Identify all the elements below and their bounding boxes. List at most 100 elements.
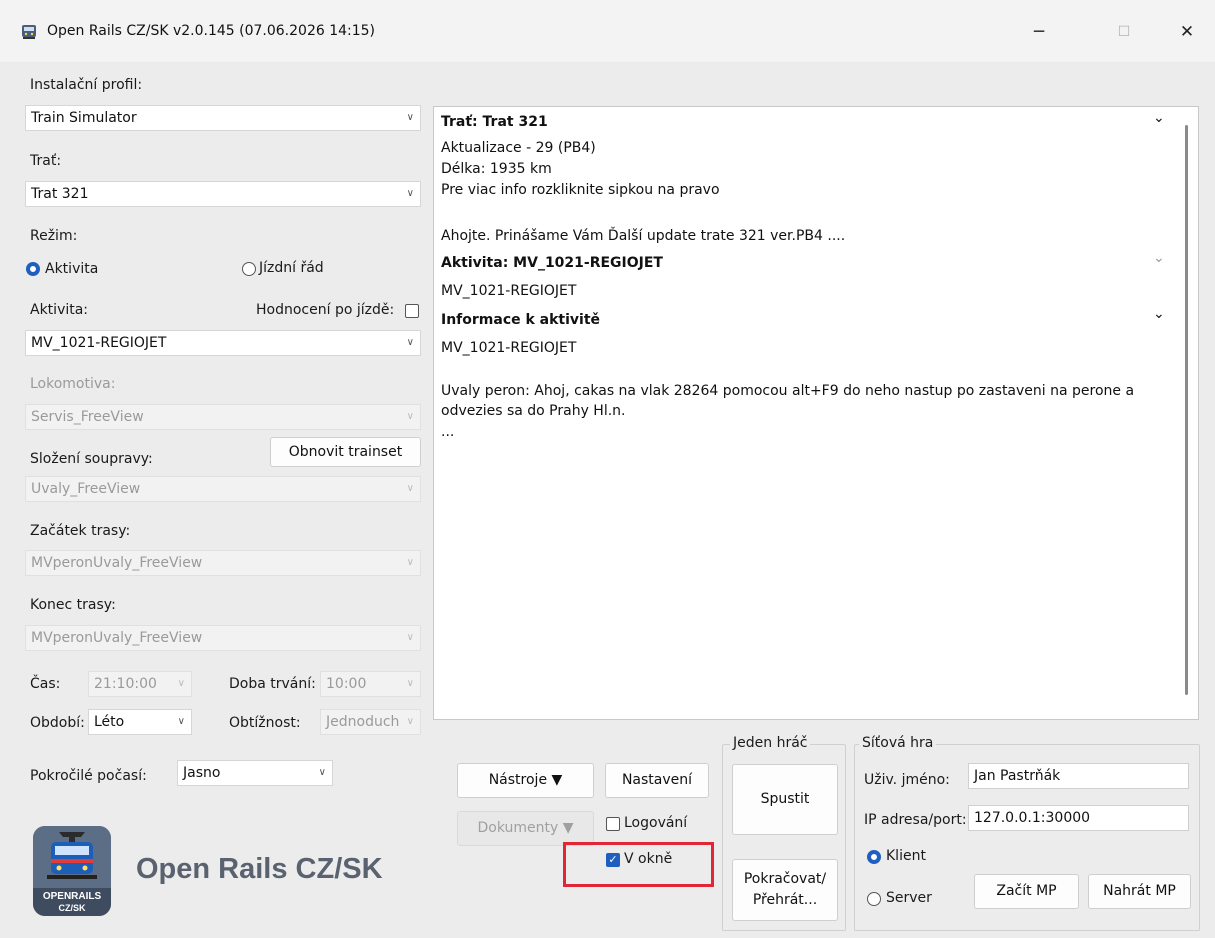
activity-value: MV_1021-REGIOJET — [31, 335, 167, 351]
refresh-trainset-button[interactable]: Obnovit trainset — [270, 437, 421, 467]
logo-badge-line: CZ/SK — [58, 903, 86, 913]
username-label: Uživ. jméno: — [864, 772, 950, 788]
locomotive-value: Servis_FreeView — [31, 409, 144, 425]
route-detail-line: Délka: 1935 km — [441, 161, 552, 177]
install-profile-select[interactable]: Train Simulator ∨ — [25, 105, 421, 131]
host-input[interactable]: 127.0.0.1:30000 — [968, 805, 1189, 831]
multiplayer-title: Síťová hra — [859, 735, 937, 751]
route-detail-line: Aktualizace - 29 (PB4) — [441, 140, 596, 156]
weather-label: Pokročilé počasí: — [30, 768, 147, 784]
minimize-button[interactable]: ─ — [1019, 17, 1059, 47]
chevron-down-icon[interactable]: ⌄ — [1153, 110, 1165, 126]
main-window: Open Rails CZ/SK v2.0.145 (07.06.2026 14… — [0, 0, 1215, 938]
path-start-select[interactable]: MVperonUvaly_FreeView ∨ — [25, 550, 421, 576]
activity-detail-line: MV_1021-REGIOJET — [441, 283, 577, 299]
route-label: Trať: — [30, 153, 62, 169]
openrails-logo: OPENRAILS CZ/SK — [33, 826, 111, 916]
details-scrollbar[interactable] — [1185, 125, 1188, 695]
mode-activity-label: Aktivita — [45, 261, 99, 277]
content-area: Instalační profil: Train Simulator ∨ Tra… — [0, 62, 1215, 938]
info-detail-line: ... — [441, 424, 455, 440]
difficulty-label: Obtížnost: — [229, 715, 301, 731]
details-panel[interactable]: Trať: Trat 321 ⌄ Aktualizace - 29 (PB4) … — [433, 106, 1199, 720]
logging-label: Logování — [624, 815, 688, 831]
rating-label: Hodnocení po jízdě: — [256, 302, 395, 318]
weather-select[interactable]: Jasno ∨ — [177, 760, 333, 786]
close-button[interactable]: ✕ — [1167, 17, 1207, 47]
season-label: Období: — [30, 715, 85, 731]
chevron-down-icon: ∨ — [406, 716, 414, 727]
time-label: Čas: — [30, 676, 61, 692]
season-value: Léto — [94, 714, 125, 730]
chevron-down-icon: ∨ — [406, 632, 414, 643]
chevron-down-icon: ∨ — [406, 483, 414, 494]
consist-select[interactable]: Uvaly_FreeView ∨ — [25, 476, 421, 502]
client-radio[interactable] — [867, 850, 881, 864]
start-mp-button[interactable]: Začít MP — [974, 874, 1079, 909]
install-profile-value: Train Simulator — [31, 110, 137, 126]
route-select[interactable]: Trat 321 ∨ — [25, 181, 421, 207]
resume-button-line: Pokračovat/ — [743, 871, 827, 887]
resume-button[interactable]: Pokračovat/ Přehrát... — [732, 859, 838, 921]
locomotive-select[interactable]: Servis_FreeView ∨ — [25, 404, 421, 430]
chevron-down-icon[interactable]: ⌄ — [1153, 306, 1165, 322]
route-detail-line: Ahojte. Prinášame Vám Ďalší update trate… — [441, 228, 846, 244]
route-heading: Trať: Trat 321 — [441, 114, 548, 130]
info-detail-line: Uvaly peron: Ahoj, cakas na vlak 28264 p… — [441, 383, 1135, 399]
season-select[interactable]: Léto ∨ — [88, 709, 192, 735]
info-detail-line: MV_1021-REGIOJET — [441, 340, 577, 356]
path-end-select[interactable]: MVperonUvaly_FreeView ∨ — [25, 625, 421, 651]
duration-label: Doba trvání: — [229, 676, 316, 692]
mode-timetable-radio[interactable] — [242, 262, 256, 276]
consist-value: Uvaly_FreeView — [31, 481, 141, 497]
route-detail-line: Pre viac info rozkliknite sipkou na prav… — [441, 182, 720, 198]
duration-select[interactable]: 10:00 ∨ — [320, 671, 421, 697]
server-label: Server — [886, 890, 932, 906]
path-end-value: MVperonUvaly_FreeView — [31, 630, 203, 646]
install-profile-label: Instalační profil: — [30, 77, 143, 93]
chevron-down-icon: ∨ — [406, 411, 414, 422]
activity-select[interactable]: MV_1021-REGIOJET ∨ — [25, 330, 421, 356]
chevron-down-icon: ∨ — [406, 337, 414, 348]
maximize-button[interactable]: ☐ — [1104, 17, 1144, 47]
logging-checkbox[interactable] — [606, 817, 620, 831]
chevron-down-icon: ∨ — [318, 767, 326, 778]
difficulty-value: Jednoduch — [326, 714, 400, 730]
start-button[interactable]: Spustit — [732, 764, 838, 835]
documents-button[interactable]: Dokumenty ▼ — [457, 811, 594, 846]
mode-timetable-label: Jízdní řád — [259, 260, 324, 276]
train-icon — [22, 25, 36, 39]
username-input[interactable]: Jan Pastrňák — [968, 763, 1189, 789]
info-detail-line: odvezies sa do Prahy Hl.n. — [441, 403, 626, 419]
path-start-label: Začátek trasy: — [30, 523, 131, 539]
time-value: 21:10:00 — [94, 676, 157, 692]
chevron-down-icon: ∨ — [177, 716, 185, 727]
settings-button[interactable]: Nastavení — [605, 763, 709, 798]
chevron-down-icon: ∨ — [406, 188, 414, 199]
resume-mp-button[interactable]: Nahrát MP — [1088, 874, 1191, 909]
activity-heading: Aktivita: MV_1021-REGIOJET — [441, 255, 663, 271]
chevron-down-icon: ∨ — [406, 112, 414, 123]
time-select[interactable]: 21:10:00 ∨ — [88, 671, 192, 697]
chevron-down-icon[interactable]: ⌄ — [1153, 250, 1165, 266]
window-title: Open Rails CZ/SK v2.0.145 (07.06.2026 14… — [47, 23, 376, 39]
tools-button[interactable]: Nástroje ▼ — [457, 763, 594, 798]
host-label: IP adresa/port: — [864, 812, 967, 828]
duration-value: 10:00 — [326, 676, 367, 692]
brand-text: Open Rails CZ/SK — [136, 853, 383, 885]
logo-badge-line: OPENRAILS — [42, 891, 102, 902]
locomotive-label: Lokomotiva: — [30, 376, 116, 392]
mode-activity-radio[interactable] — [26, 262, 40, 276]
path-end-label: Konec trasy: — [30, 597, 116, 613]
chevron-down-icon: ∨ — [177, 678, 185, 689]
locomotive-icon — [33, 826, 111, 888]
path-start-value: MVperonUvaly_FreeView — [31, 555, 203, 571]
resume-button-line: Přehrát... — [752, 892, 818, 908]
rating-checkbox[interactable] — [405, 304, 419, 318]
route-value: Trat 321 — [31, 186, 89, 202]
difficulty-select[interactable]: Jednoduch ∨ — [320, 709, 421, 735]
title-bar: Open Rails CZ/SK v2.0.145 (07.06.2026 14… — [0, 0, 1215, 62]
chevron-down-icon: ∨ — [406, 557, 414, 568]
client-label: Klient — [886, 848, 926, 864]
server-radio[interactable] — [867, 892, 881, 906]
